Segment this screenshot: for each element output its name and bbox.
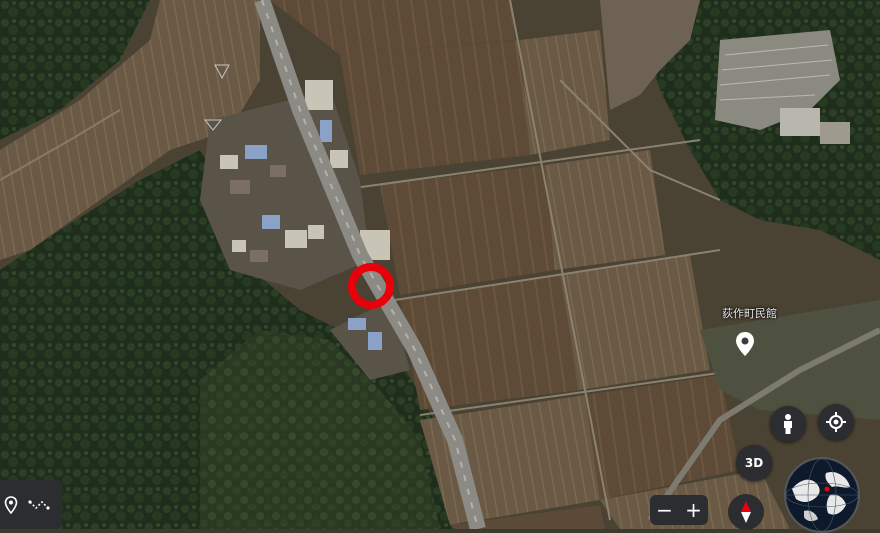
- street-view-button[interactable]: [770, 406, 806, 442]
- zoom-controls: − +: [650, 495, 708, 525]
- location-pin-icon[interactable]: [4, 495, 18, 514]
- place-label[interactable]: 荻作町民館: [722, 305, 777, 321]
- location-pin-icon[interactable]: [734, 331, 756, 357]
- my-location-icon: [826, 412, 846, 432]
- compass-icon: [741, 501, 751, 523]
- person-icon: [784, 414, 792, 434]
- layers-toolbar: [0, 480, 62, 529]
- zoom-out-button[interactable]: −: [656, 500, 673, 520]
- globe-view-button[interactable]: [784, 457, 860, 533]
- my-location-button[interactable]: [818, 404, 854, 440]
- zoom-in-button[interactable]: +: [685, 500, 702, 520]
- three-d-button[interactable]: 3D: [736, 445, 772, 481]
- globe-icon: [786, 459, 858, 531]
- compass-button[interactable]: [728, 494, 764, 530]
- path-icon[interactable]: [28, 499, 50, 511]
